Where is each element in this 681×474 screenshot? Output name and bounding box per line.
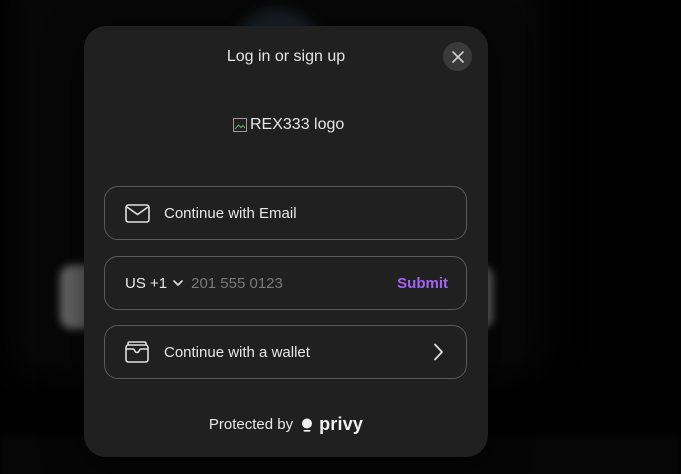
protected-by-text: Protected by [208, 416, 294, 433]
chevron-down-icon [173, 279, 183, 286]
broken-image-icon [233, 118, 247, 132]
privy-logo-icon [302, 418, 313, 432]
modal-title: Log in or sign up [226, 48, 346, 65]
phone-number-input[interactable] [191, 274, 362, 292]
submit-button[interactable]: Submit [397, 275, 448, 292]
brand-logo: REX333 logo [232, 116, 344, 134]
wallet-icon [124, 340, 150, 364]
chevron-right-icon [433, 343, 444, 361]
continue-with-email-button[interactable]: Continue with Email [104, 186, 467, 240]
mail-icon [124, 201, 150, 225]
wallet-option-label: Continue with a wallet [164, 343, 310, 361]
screen: Log in or sign up REX333 logo Continue w… [0, 0, 681, 474]
country-code-value: US +1 [125, 274, 168, 292]
email-option-label: Continue with Email [164, 204, 297, 222]
protected-by-footer: Protected by privy [84, 414, 488, 435]
privy-wordmark: privy [319, 414, 364, 434]
privy-logo[interactable]: privy [301, 414, 363, 435]
close-button[interactable] [443, 42, 472, 71]
continue-with-wallet-button[interactable]: Continue with a wallet [104, 325, 467, 379]
logo-alt-text: REX333 logo [250, 116, 345, 133]
phone-login-field: US +1 Submit [104, 256, 467, 310]
country-code-select[interactable]: US +1 [125, 275, 183, 292]
close-icon [451, 50, 464, 63]
login-modal: Log in or sign up REX333 logo Continue w… [84, 26, 488, 457]
